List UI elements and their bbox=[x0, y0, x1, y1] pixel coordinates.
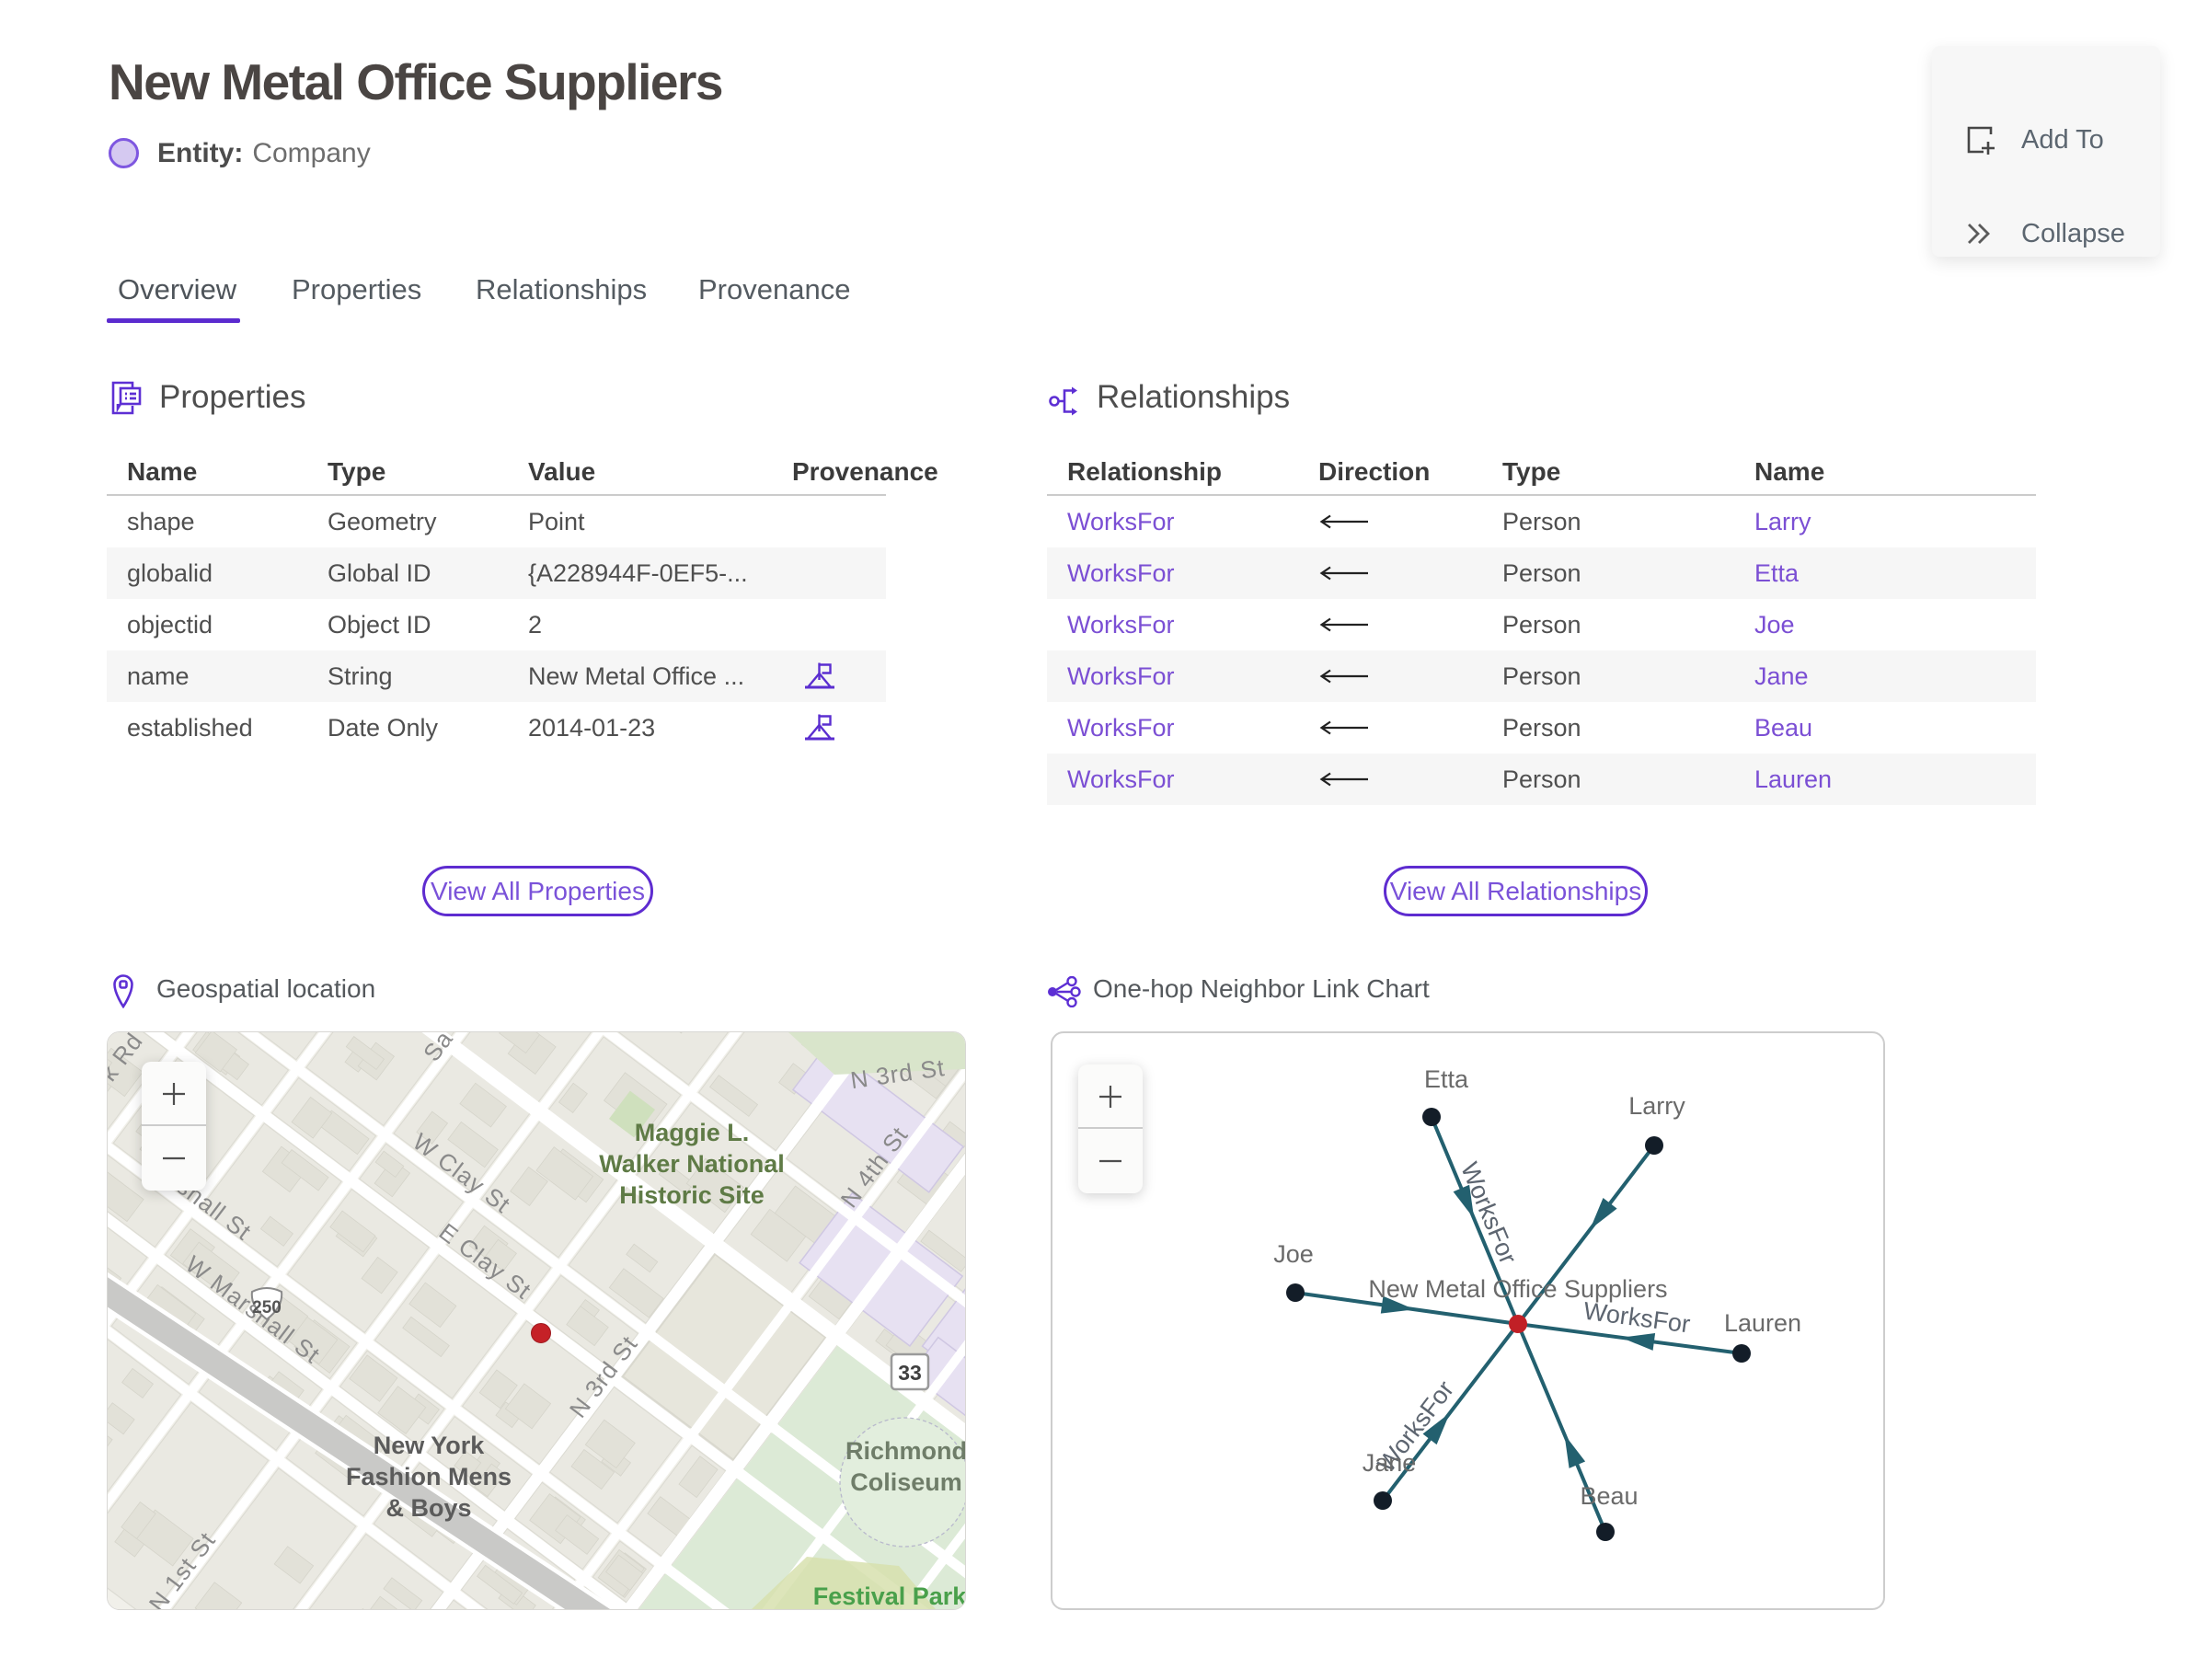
svg-text:Beau: Beau bbox=[1580, 1482, 1638, 1510]
svg-text:Festival Park: Festival Park bbox=[813, 1582, 965, 1609]
svg-text:Etta: Etta bbox=[1424, 1065, 1469, 1093]
svg-text:New Metal Office Suppliers: New Metal Office Suppliers bbox=[1368, 1275, 1667, 1303]
svg-text:Larry: Larry bbox=[1628, 1092, 1685, 1120]
svg-text:Lauren: Lauren bbox=[1724, 1309, 1801, 1337]
svg-text:250: 250 bbox=[252, 1298, 282, 1318]
svg-text:Jane: Jane bbox=[1363, 1449, 1417, 1477]
svg-text:New York: New York bbox=[374, 1432, 486, 1459]
svg-text:Joe: Joe bbox=[1273, 1240, 1314, 1268]
svg-text:& Boys: & Boys bbox=[385, 1494, 471, 1522]
svg-text:WorksFor: WorksFor bbox=[1581, 1297, 1691, 1339]
svg-text:Historic Site: Historic Site bbox=[619, 1181, 765, 1209]
svg-text:Coliseum: Coliseum bbox=[850, 1468, 962, 1496]
svg-text:Maggie L.: Maggie L. bbox=[635, 1119, 750, 1146]
svg-text:Richmond: Richmond bbox=[845, 1437, 965, 1465]
svg-text:Walker National: Walker National bbox=[599, 1150, 785, 1178]
svg-text:Fashion Mens: Fashion Mens bbox=[346, 1463, 512, 1490]
svg-text:33: 33 bbox=[898, 1361, 922, 1385]
